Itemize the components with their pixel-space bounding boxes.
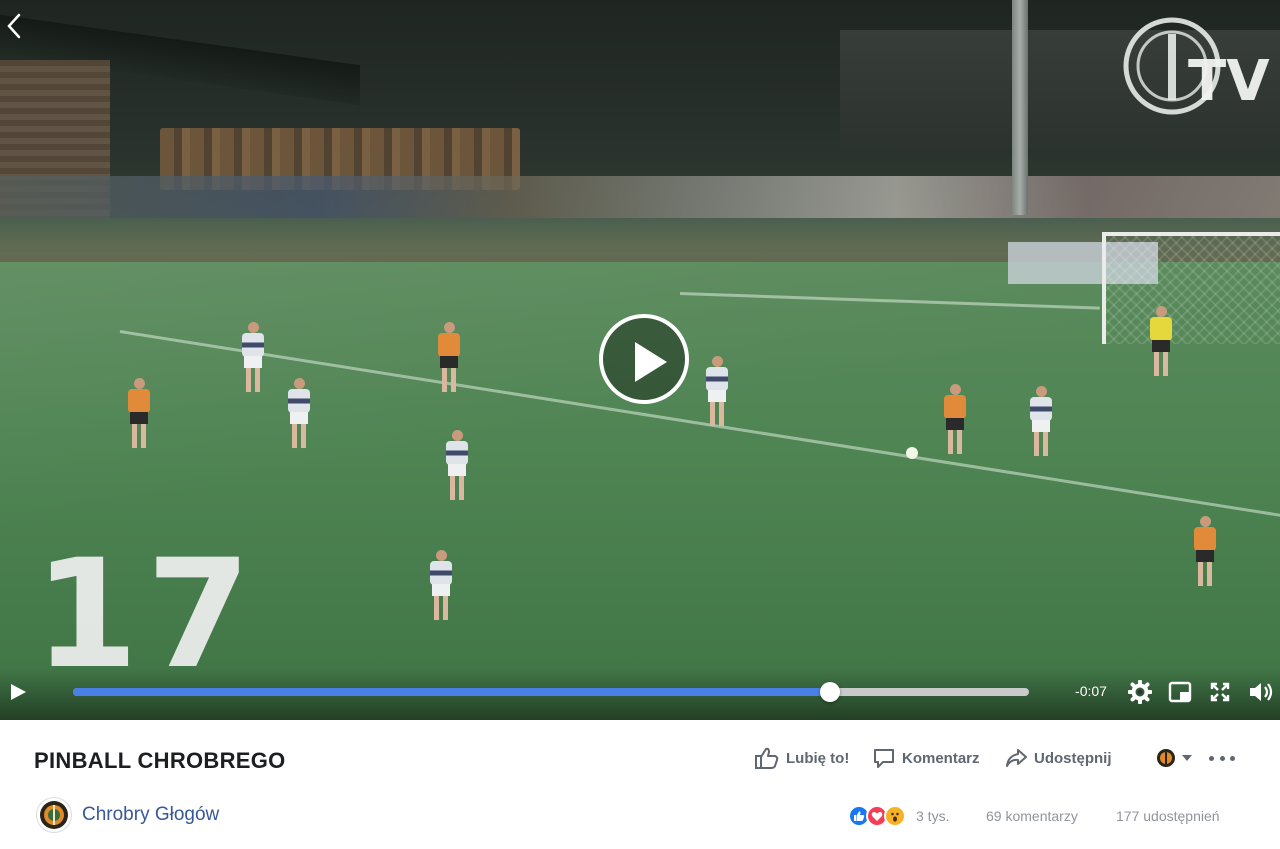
player bbox=[126, 378, 152, 448]
progress-bar[interactable] bbox=[73, 682, 1029, 702]
like-label: Lubię to! bbox=[786, 749, 850, 767]
progress-fill bbox=[73, 688, 831, 696]
comment-label: Komentarz bbox=[902, 749, 980, 767]
author-avatar bbox=[36, 797, 72, 833]
reactions-summary[interactable]: 3 tys. bbox=[848, 805, 949, 827]
player bbox=[428, 550, 454, 620]
video-background-adboards bbox=[0, 176, 1280, 220]
post-info-bar: PINBALL CHROBREGO Lubię to! Komentarz Ud… bbox=[0, 720, 1280, 849]
progress-scrubber-handle[interactable] bbox=[820, 682, 841, 702]
club-crest-icon bbox=[40, 801, 68, 829]
video-player[interactable]: TV 17 -0:07 bbox=[0, 0, 1280, 720]
video-background-pole bbox=[1012, 0, 1028, 215]
comments-count[interactable]: 69 komentarzy bbox=[986, 808, 1078, 824]
player bbox=[240, 322, 266, 392]
fullscreen-button[interactable] bbox=[1208, 680, 1232, 704]
more-dot-icon bbox=[1230, 755, 1235, 761]
caret-down-icon bbox=[1182, 755, 1192, 761]
more-dot-icon bbox=[1219, 755, 1225, 761]
share-icon bbox=[1006, 749, 1027, 767]
time-remaining: -0:07 bbox=[1075, 683, 1107, 699]
player bbox=[436, 322, 462, 392]
player bbox=[444, 430, 470, 500]
play-icon bbox=[11, 684, 26, 700]
picture-in-picture-icon bbox=[1168, 681, 1192, 703]
goalkeeper bbox=[1148, 306, 1174, 376]
channel-logo-text: TV bbox=[1188, 49, 1270, 114]
share-button[interactable]: Udostępnij bbox=[1004, 744, 1112, 772]
channel-logo-watermark: TV bbox=[1122, 14, 1272, 134]
shares-count[interactable]: 177 udostępnień bbox=[1116, 808, 1220, 824]
player bbox=[1192, 516, 1218, 586]
fullscreen-icon bbox=[1210, 682, 1230, 702]
volume-icon bbox=[1250, 683, 1273, 701]
ball bbox=[906, 447, 918, 459]
share-label: Udostępnij bbox=[1034, 749, 1112, 767]
comment-button[interactable]: Komentarz bbox=[872, 744, 980, 772]
wow-reaction-icon bbox=[884, 805, 906, 827]
back-chevron-icon[interactable] bbox=[4, 12, 24, 40]
play-button[interactable] bbox=[599, 314, 689, 404]
player bbox=[704, 356, 730, 426]
play-icon bbox=[635, 342, 667, 382]
author-link[interactable]: Chrobry Głogów bbox=[36, 796, 219, 834]
thumbs-up-icon bbox=[755, 747, 779, 769]
comment-icon bbox=[874, 749, 894, 768]
mini-player-button[interactable] bbox=[1168, 680, 1192, 704]
settings-button[interactable] bbox=[1127, 679, 1153, 705]
gear-icon bbox=[1127, 679, 1153, 705]
more-options-button[interactable] bbox=[1209, 746, 1235, 770]
volume-button[interactable] bbox=[1248, 680, 1273, 704]
author-name: Chrobry Głogów bbox=[82, 804, 220, 825]
play-small-button[interactable] bbox=[6, 680, 30, 704]
like-button[interactable]: Lubię to! bbox=[754, 744, 849, 772]
page-avatar-icon bbox=[1157, 749, 1175, 767]
page-selector[interactable] bbox=[1156, 746, 1196, 770]
video-background-goal bbox=[1102, 232, 1280, 344]
video-title: PINBALL CHROBREGO bbox=[34, 748, 286, 773]
player bbox=[1028, 386, 1054, 456]
post-stats: 3 tys. 69 komentarzy 177 udostępnień bbox=[848, 802, 1220, 830]
player bbox=[942, 384, 968, 454]
reactions-count: 3 tys. bbox=[916, 808, 950, 824]
player bbox=[286, 378, 312, 448]
more-dot-icon bbox=[1209, 755, 1214, 761]
